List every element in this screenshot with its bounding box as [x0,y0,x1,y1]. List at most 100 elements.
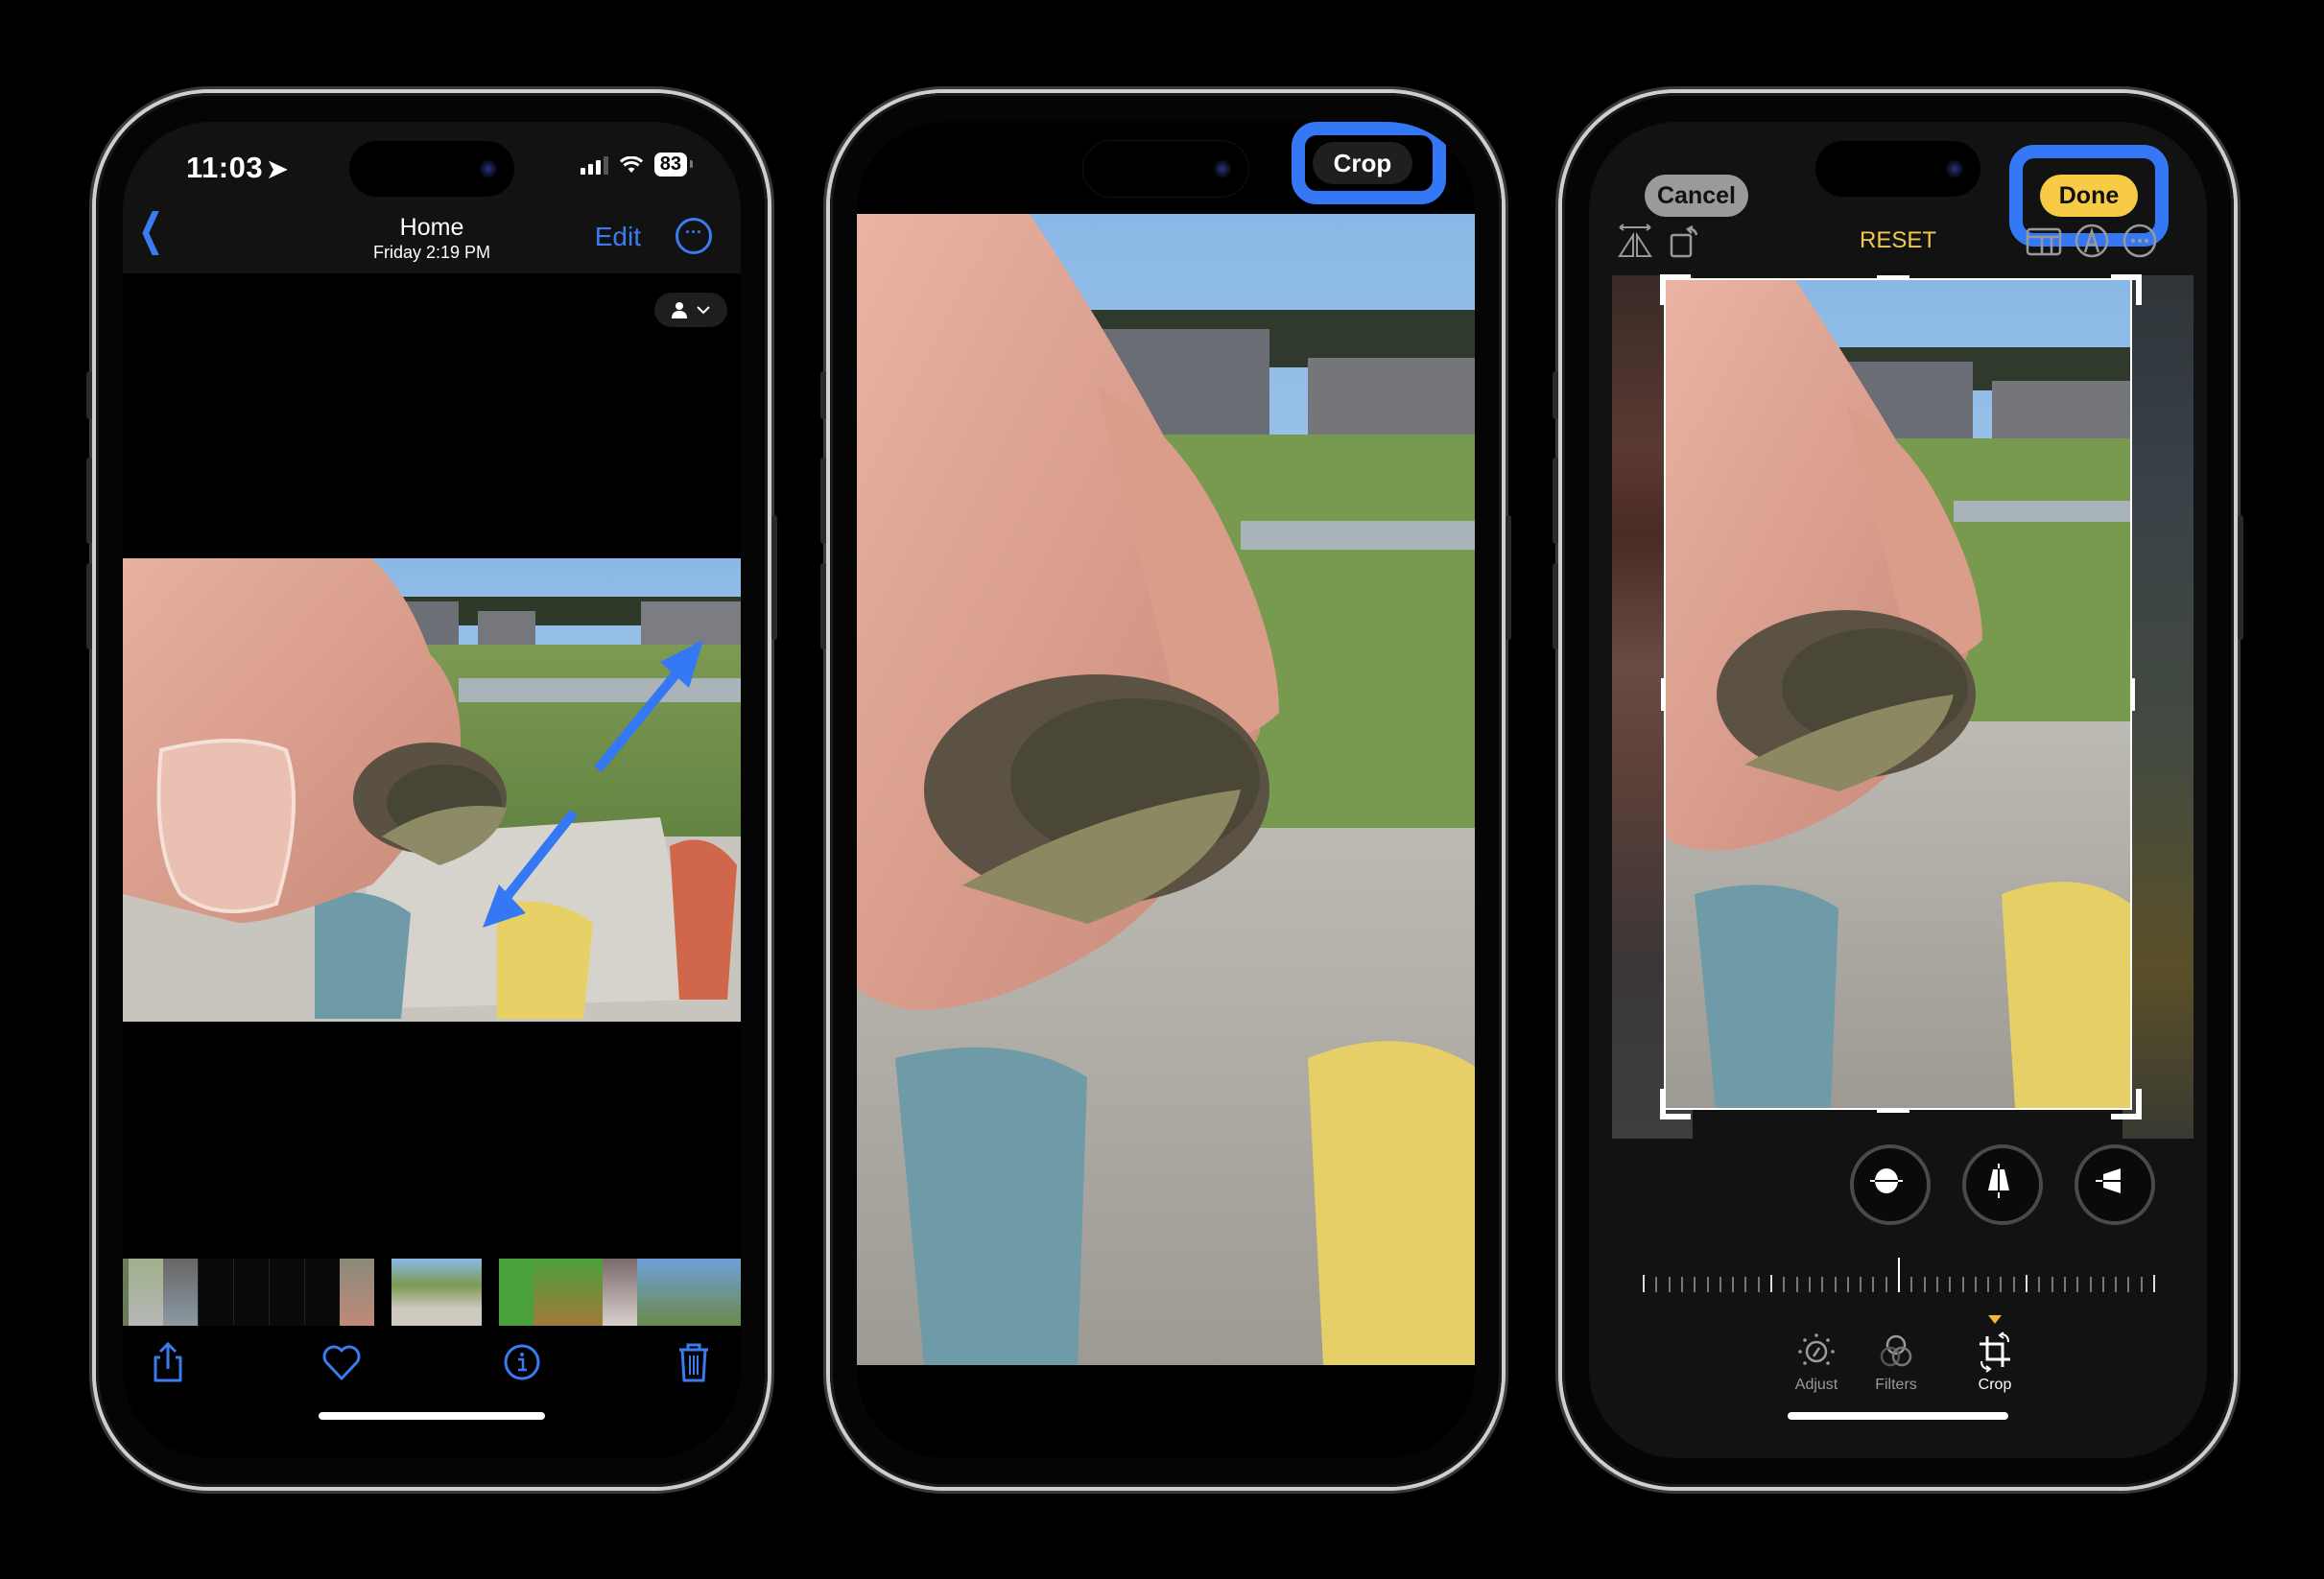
dial-tick [1757,1277,1760,1292]
thumbnail[interactable] [637,1259,672,1326]
camera-icon [480,160,497,177]
dial-tick [1935,1277,1938,1292]
home-indicator[interactable] [319,1412,545,1420]
dial-tick [1770,1275,1772,1292]
mode-label: Adjust [1794,1377,1838,1393]
trash-icon[interactable] [672,1340,716,1384]
mode-crop[interactable]: Crop [1956,1331,2033,1394]
cancel-button[interactable]: Cancel [1645,175,1748,217]
more-icon[interactable] [2121,222,2159,260]
zoomed-turtle-photo[interactable] [857,214,1475,1365]
share-icon[interactable] [146,1340,190,1384]
mode-label: Filters [1875,1377,1917,1393]
dial-tick [1923,1277,1926,1292]
side-button [1506,515,1511,640]
straighten-button[interactable] [1850,1144,1931,1225]
dial-tick [1795,1277,1798,1292]
dial-tick [2127,1277,2130,1292]
mode-adjust[interactable]: Adjust [1778,1331,1855,1394]
dial-tick [1719,1277,1721,1292]
crop-rotate-icon [1980,1332,2010,1373]
thumbnail[interactable] [163,1259,198,1326]
dial-tick [1643,1275,1645,1292]
action-button [820,371,826,419]
action-button [1553,371,1558,419]
dial-tick [1744,1277,1747,1292]
dial-tick [2012,1277,2015,1292]
dial-tick [1910,1277,1913,1292]
crop-edge-handle-right[interactable] [2130,678,2135,711]
thumbnail[interactable] [603,1259,637,1326]
thumbnail-current[interactable] [390,1257,484,1328]
vertical-perspective-icon [1988,1164,2009,1198]
thumbnail-filmstrip[interactable] [123,1257,741,1328]
mode-filters[interactable]: Filters [1858,1331,1934,1394]
dial-tick [1846,1277,1849,1292]
done-button[interactable]: Done [2040,175,2138,217]
camera-icon [1946,160,1963,177]
crop-corner-handle-bottom-left[interactable] [1660,1089,1691,1119]
horizontal-perspective-button[interactable] [2075,1144,2155,1225]
dial-tick [1808,1277,1811,1292]
crop-corner-handle-top-right[interactable] [2111,274,2142,305]
location-arrow-icon: ➤ [267,154,289,183]
phone-photos-viewer: 11:03 ➤ 83 ❮ Home Friday 2:19 PM Edit ··· [86,93,777,1487]
phone-crop-editor: Cancel Done RESET Adjust Filters Crop [1553,93,2243,1487]
volume-down-button [820,563,826,649]
cellular-signal-icon [580,155,608,175]
dial-tick [2089,1277,2092,1292]
aspect-ratio-icon[interactable] [2025,222,2063,260]
info-icon[interactable] [500,1340,544,1384]
reset-button[interactable]: RESET [1589,227,2207,254]
dial-tick [1655,1277,1658,1292]
thumbnail[interactable] [129,1259,163,1326]
camera-icon [1214,160,1231,177]
dial-tick [2026,1275,2028,1292]
photo-date: Friday 2:19 PM [372,243,491,262]
thumbnail[interactable] [706,1259,741,1326]
thumbnail[interactable] [269,1259,304,1326]
side-button [771,515,777,640]
markup-icon[interactable] [2073,222,2111,260]
crop-edge-handle-top[interactable] [1877,275,1909,280]
crop-corner-handle-top-left[interactable] [1660,274,1691,305]
volume-up-button [86,458,92,544]
thumbnail[interactable] [568,1259,603,1326]
dial-tick [1694,1277,1696,1292]
home-indicator[interactable] [1788,1412,2008,1420]
thumbnail[interactable] [534,1259,568,1326]
heart-icon[interactable] [320,1340,364,1384]
dial-tick [1821,1277,1824,1292]
dial-tick [2038,1277,2041,1292]
vertical-perspective-button[interactable] [1962,1144,2043,1225]
thumbnail[interactable] [340,1259,374,1326]
dial-tick [1783,1277,1786,1292]
thumbnail[interactable] [672,1259,706,1326]
crop-edge-handle-bottom[interactable] [1877,1108,1909,1113]
thumbnail[interactable] [198,1259,233,1326]
thumbnail[interactable] [304,1259,340,1326]
dial-tick [2153,1275,2155,1292]
crop-edge-handle-left[interactable] [1661,678,1666,711]
volume-down-button [1553,563,1558,649]
cropped-photo-image [1666,280,2130,1108]
people-menu-button[interactable] [654,293,727,327]
crop-button[interactable]: Crop [1313,142,1412,184]
thumbnail[interactable] [499,1259,534,1326]
rotation-dial[interactable] [1643,1254,2155,1292]
dial-tick [1961,1277,1964,1292]
person-icon [672,302,687,318]
crop-corner-handle-bottom-right[interactable] [2111,1089,2142,1119]
dial-tick [2063,1277,2066,1292]
turtle-photo[interactable] [123,558,741,1022]
more-options-icon[interactable]: ··· [676,218,712,254]
crop-frame[interactable] [1664,278,2132,1110]
thumbnail[interactable] [233,1259,269,1326]
battery-indicator: 83 [653,153,694,177]
volume-up-button [820,458,826,544]
dial-tick [1885,1277,1887,1292]
edit-button[interactable]: Edit [595,222,641,252]
screen: 11:03 ➤ 83 ❮ Home Friday 2:19 PM Edit ··· [123,122,741,1458]
dial-tick [1974,1277,1977,1292]
dial-tick [2000,1277,2003,1292]
